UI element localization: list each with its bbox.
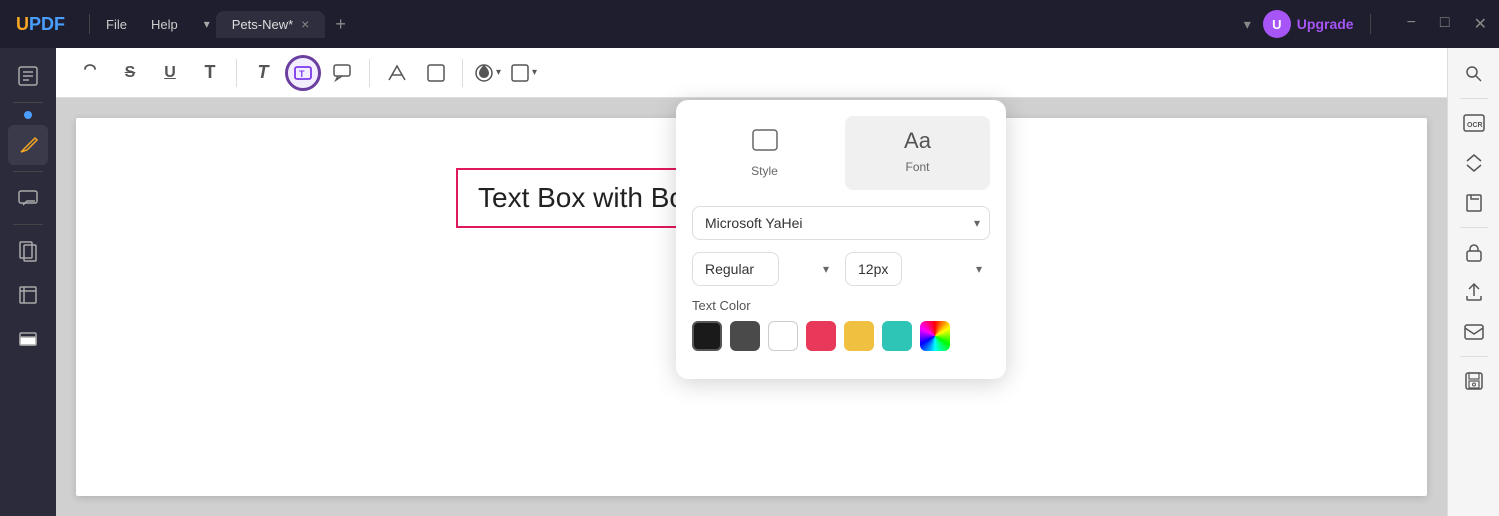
font-tab-label: Font xyxy=(905,160,929,174)
share-icon[interactable] xyxy=(1456,274,1492,310)
underline-text-icon[interactable]: U xyxy=(152,55,188,91)
highlight-icon[interactable] xyxy=(378,55,414,91)
close-button[interactable]: ✕ xyxy=(1470,14,1491,34)
window-controls: − □ ✕ xyxy=(1403,14,1491,34)
right-sep-1 xyxy=(1460,98,1488,99)
toolbar-sep-2 xyxy=(369,59,370,87)
email-icon[interactable] xyxy=(1456,314,1492,350)
svg-text:OCR: OCR xyxy=(1467,122,1483,129)
font-family-section: Microsoft YaHei Arial Times New Roman He… xyxy=(692,206,990,240)
style-tab-icon xyxy=(751,128,779,158)
sidebar-pages-icon[interactable] xyxy=(8,56,48,96)
sidebar-dot xyxy=(24,111,32,119)
tab-label: Pets-New* xyxy=(232,17,293,32)
font-style-size-section: Regular Bold Italic Bold Italic 8px 10px… xyxy=(692,252,990,286)
toolbar-sep-1 xyxy=(236,59,237,87)
font-size-wrapper: 8px 10px 12px 14px 16px 18px 24px 36px xyxy=(845,252,990,286)
tab-close-button[interactable]: × xyxy=(301,17,309,31)
sidebar-pages2-icon[interactable] xyxy=(8,231,48,271)
strikethrough-text-icon[interactable]: S xyxy=(112,55,148,91)
text-plain-icon[interactable]: T xyxy=(192,55,228,91)
svg-text:T: T xyxy=(299,69,305,79)
font-tab-icon: Aa xyxy=(904,128,931,154)
extract-icon[interactable] xyxy=(1456,185,1492,221)
upgrade-button[interactable]: U Upgrade xyxy=(1263,10,1354,38)
win-sep xyxy=(1370,14,1371,34)
app-logo: UPDF xyxy=(8,14,73,35)
dark-gray-swatch[interactable] xyxy=(730,321,760,351)
eraser-icon[interactable] xyxy=(418,55,454,91)
text-box-active-icon[interactable]: T xyxy=(285,55,321,91)
new-tab-button[interactable]: + xyxy=(325,14,356,35)
save-disk-icon[interactable] xyxy=(1456,363,1492,399)
font-style-select[interactable]: Regular Bold Italic Bold Italic xyxy=(692,252,779,286)
tab-dropdown-arrow[interactable]: ▾ xyxy=(198,13,216,35)
search-icon[interactable] xyxy=(1456,56,1492,92)
upgrade-label: Upgrade xyxy=(1297,16,1354,32)
right-sidebar: OCR xyxy=(1447,48,1499,516)
font-tab[interactable]: Aa Font xyxy=(845,116,990,190)
right-sep-2 xyxy=(1460,227,1488,228)
text-edit-icon[interactable]: T xyxy=(245,55,281,91)
lock-icon[interactable] xyxy=(1456,234,1492,270)
active-tab[interactable]: Pets-New* × xyxy=(216,11,326,38)
rainbow-swatch[interactable] xyxy=(920,321,950,351)
maximize-button[interactable]: □ xyxy=(1436,14,1454,34)
sidebar-sep-1 xyxy=(13,102,43,103)
minimize-button[interactable]: − xyxy=(1403,14,1420,34)
main-layout: S U T T T xyxy=(0,48,1499,516)
style-tab[interactable]: Style xyxy=(692,116,837,190)
toolbar: S U T T T xyxy=(56,48,1447,98)
left-sidebar xyxy=(0,48,56,516)
sidebar-sep-2 xyxy=(13,171,43,172)
right-sep-3 xyxy=(1460,356,1488,357)
title-bar: UPDF File Help ▾ Pets-New* × + ▾ U Upgra… xyxy=(0,0,1499,48)
white-swatch[interactable] xyxy=(768,321,798,351)
sidebar-comment-icon[interactable] xyxy=(8,178,48,218)
sidebar-layers-icon[interactable] xyxy=(8,319,48,359)
red-swatch[interactable] xyxy=(806,321,836,351)
title-bar-right: ▾ U Upgrade − □ ✕ xyxy=(1240,10,1491,38)
convert-icon[interactable] xyxy=(1456,145,1492,181)
ocr-icon[interactable]: OCR xyxy=(1456,105,1492,141)
content-area: S U T T T xyxy=(56,48,1447,516)
yellow-swatch[interactable] xyxy=(844,321,874,351)
style-size-row: Regular Bold Italic Bold Italic 8px 10px… xyxy=(692,252,990,286)
font-panel: Style Aa Font Microsoft YaHei Arial xyxy=(676,100,1006,379)
font-style-wrapper: Regular Bold Italic Bold Italic xyxy=(692,252,837,286)
tab-area: ▾ Pets-New* × + xyxy=(198,11,1240,38)
help-menu[interactable]: Help xyxy=(139,13,190,36)
sidebar-sep-3 xyxy=(13,224,43,225)
file-menu[interactable]: File xyxy=(94,13,139,36)
font-family-select[interactable]: Microsoft YaHei Arial Times New Roman He… xyxy=(692,206,990,240)
border-style-button[interactable]: ▾ xyxy=(507,58,539,88)
panel-tabs: Style Aa Font xyxy=(692,116,990,190)
text-strikethrough-icon[interactable] xyxy=(72,55,108,91)
style-tab-label: Style xyxy=(751,164,778,178)
speech-bubble-icon[interactable] xyxy=(325,55,361,91)
sidebar-edit-icon[interactable] xyxy=(8,125,48,165)
color-picker-button[interactable]: ▾ xyxy=(471,58,503,88)
black-swatch[interactable] xyxy=(692,321,722,351)
text-color-label: Text Color xyxy=(692,298,990,313)
title-chevron-icon[interactable]: ▾ xyxy=(1240,16,1255,33)
title-sep-1 xyxy=(89,14,90,34)
font-size-select[interactable]: 8px 10px 12px 14px 16px 18px 24px 36px xyxy=(845,252,902,286)
text-color-section: Text Color xyxy=(692,298,990,351)
toolbar-sep-3 xyxy=(462,59,463,87)
color-swatches xyxy=(692,321,990,351)
sidebar-crop-icon[interactable] xyxy=(8,275,48,315)
font-family-wrapper: Microsoft YaHei Arial Times New Roman He… xyxy=(692,206,990,240)
teal-swatch[interactable] xyxy=(882,321,912,351)
upgrade-avatar: U xyxy=(1263,10,1291,38)
